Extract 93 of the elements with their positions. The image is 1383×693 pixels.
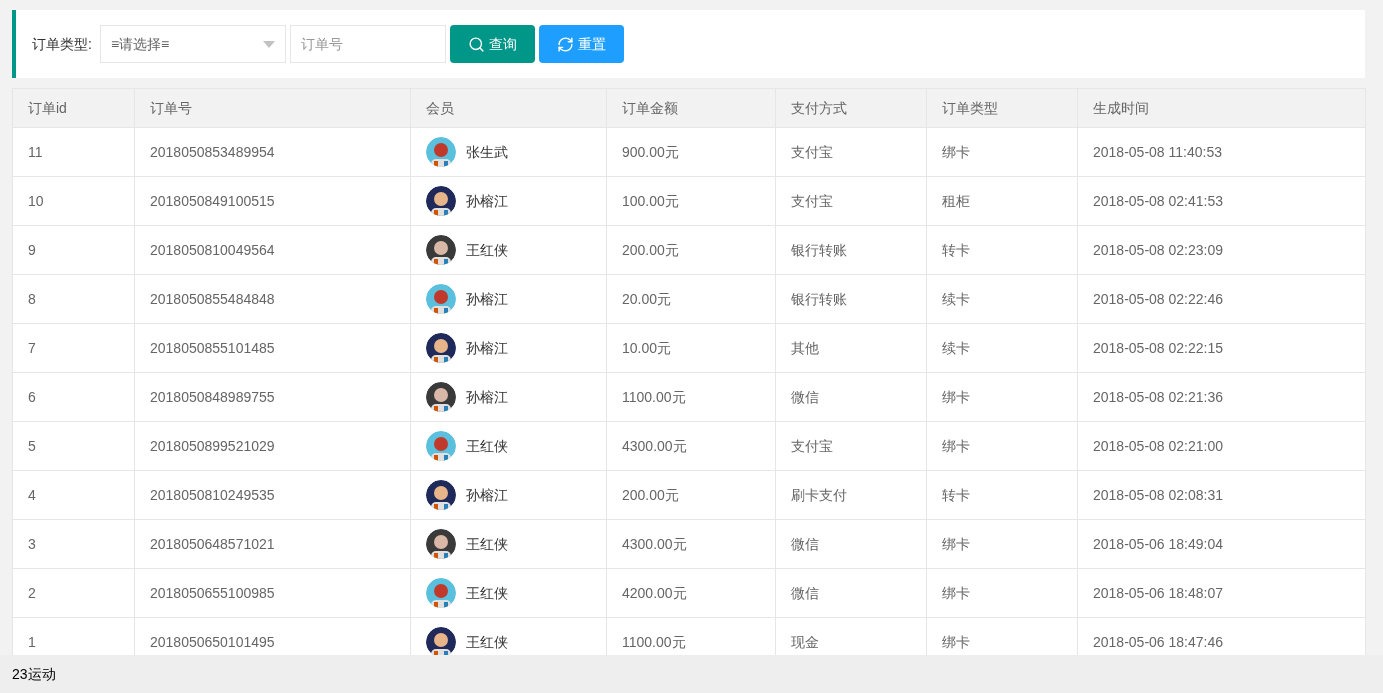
- table-cell: 绑卡: [942, 584, 970, 601]
- table-cell: 2018-05-08 11:40:53: [1093, 143, 1222, 160]
- member-name: 孙榕江: [466, 485, 508, 505]
- table-cell: 2018-05-08 02:08:31: [1093, 486, 1223, 503]
- caret-icon: [262, 40, 275, 48]
- table-cell: 2018050810249535: [150, 486, 275, 503]
- search-icon: [467, 35, 485, 53]
- member-name: 孙榕江: [466, 338, 508, 358]
- member-name: 孙榕江: [466, 289, 508, 309]
- table-cell: 5: [28, 437, 36, 454]
- member-name: 孙榕江: [466, 387, 508, 407]
- table-cell: 9: [28, 241, 36, 258]
- table-cell: 4200.00元: [622, 584, 687, 601]
- table-cell: 2018-05-08 02:23:09: [1093, 241, 1223, 258]
- table-cell: 续卡: [942, 339, 970, 356]
- column-header: 订单类型: [942, 99, 998, 116]
- table-cell: 2018-05-06 18:48:07: [1093, 584, 1223, 601]
- table-cell: 2018050849100515: [150, 192, 275, 209]
- refresh-icon: [556, 35, 574, 53]
- column-header: 订单金额: [622, 99, 678, 116]
- table-cell: 绑卡: [942, 535, 970, 552]
- table-cell: 绑卡: [942, 633, 970, 650]
- table-cell: 2: [28, 584, 36, 601]
- member-name: 王红侠: [466, 240, 508, 260]
- table-cell: 2018050655100985: [150, 584, 275, 601]
- column-header: 会员: [426, 99, 454, 116]
- column-header: 支付方式: [791, 99, 847, 116]
- table-cell: 微信: [791, 388, 819, 405]
- table-cell: 11: [28, 143, 43, 160]
- table-cell: 1: [28, 633, 36, 650]
- order-number-field[interactable]: 订单号: [289, 25, 446, 63]
- order-type-select[interactable]: ≡请选择≡: [99, 25, 286, 63]
- member-name: 张生武: [466, 142, 508, 162]
- table-cell: 2018-05-08 02:21:36: [1093, 388, 1223, 405]
- column-header: 订单号: [150, 99, 192, 116]
- table-cell: 刷卡支付: [791, 486, 847, 503]
- member-name: 王红侠: [466, 583, 508, 603]
- table-cell: 微信: [791, 584, 819, 601]
- table-cell: 7: [28, 339, 36, 356]
- table-cell: 2018-05-06 18:49:04: [1093, 535, 1223, 552]
- footer-text: 23运动: [12, 664, 56, 684]
- table-cell: 900.00元: [622, 143, 679, 160]
- table-cell: 2018050899521029: [150, 437, 275, 454]
- table-cell: 微信: [791, 535, 819, 552]
- table-cell: 2018050855484848: [150, 290, 275, 307]
- table-cell: 2018-05-08 02:22:46: [1093, 290, 1223, 307]
- table-cell: 转卡: [942, 241, 970, 258]
- table-cell: 2018050810049564: [150, 241, 275, 258]
- column-header: 生成时间: [1093, 99, 1149, 116]
- reset-button[interactable]: 重置: [538, 25, 624, 63]
- table-cell: 支付宝: [791, 192, 833, 209]
- table-cell: 3: [28, 535, 36, 552]
- table-cell: 2018050855101485: [150, 339, 275, 356]
- table-cell: 2018-05-06 18:47:46: [1093, 633, 1223, 650]
- table-cell: 绑卡: [942, 437, 970, 454]
- table-cell: 租柜: [942, 192, 970, 209]
- member-name: 孙榕江: [466, 191, 508, 211]
- table-cell: 其他: [791, 339, 819, 356]
- table-cell: 200.00元: [622, 486, 679, 503]
- table-cell: 2018050848989755: [150, 388, 275, 405]
- table-cell: 8: [28, 290, 36, 307]
- table-cell: 转卡: [942, 486, 970, 503]
- table-cell: 1100.00元: [622, 388, 686, 405]
- table-cell: 10.00元: [622, 339, 672, 356]
- table-cell: 1100.00元: [622, 633, 686, 650]
- table-cell: 2018050650101495: [150, 633, 275, 650]
- table-cell: 银行转账: [791, 241, 847, 258]
- table-cell: 20.00元: [622, 290, 672, 307]
- table-cell: 续卡: [942, 290, 970, 307]
- table-cell: 4300.00元: [622, 437, 687, 454]
- table-cell: 银行转账: [791, 290, 847, 307]
- table-cell: 支付宝: [791, 143, 833, 160]
- table-cell: 6: [28, 388, 36, 405]
- table-cell: 200.00元: [622, 241, 679, 258]
- member-name: 王红侠: [466, 436, 508, 456]
- search-button[interactable]: 查询: [449, 25, 535, 63]
- table-cell: 4300.00元: [622, 535, 687, 552]
- table-cell: 绑卡: [942, 388, 970, 405]
- table-cell: 2018-05-08 02:21:00: [1093, 437, 1223, 454]
- table-cell: 4: [28, 486, 36, 503]
- table-cell: 现金: [791, 633, 819, 650]
- member-name: 王红侠: [466, 534, 508, 554]
- table-cell: 绑卡: [942, 143, 970, 160]
- table-cell: 100.00元: [622, 192, 679, 209]
- member-name: 王红侠: [466, 632, 508, 652]
- table-cell: 2018050648571021: [150, 535, 275, 552]
- table-cell: 2018050853489954: [150, 143, 275, 160]
- filter-label: 订单类型:: [32, 34, 92, 54]
- table-cell: 2018-05-08 02:22:15: [1093, 339, 1223, 356]
- table-cell: 支付宝: [791, 437, 833, 454]
- table-cell: 10: [28, 192, 44, 209]
- table-cell: 2018-05-08 02:41:53: [1093, 192, 1223, 209]
- column-header: 订单id: [28, 99, 67, 116]
